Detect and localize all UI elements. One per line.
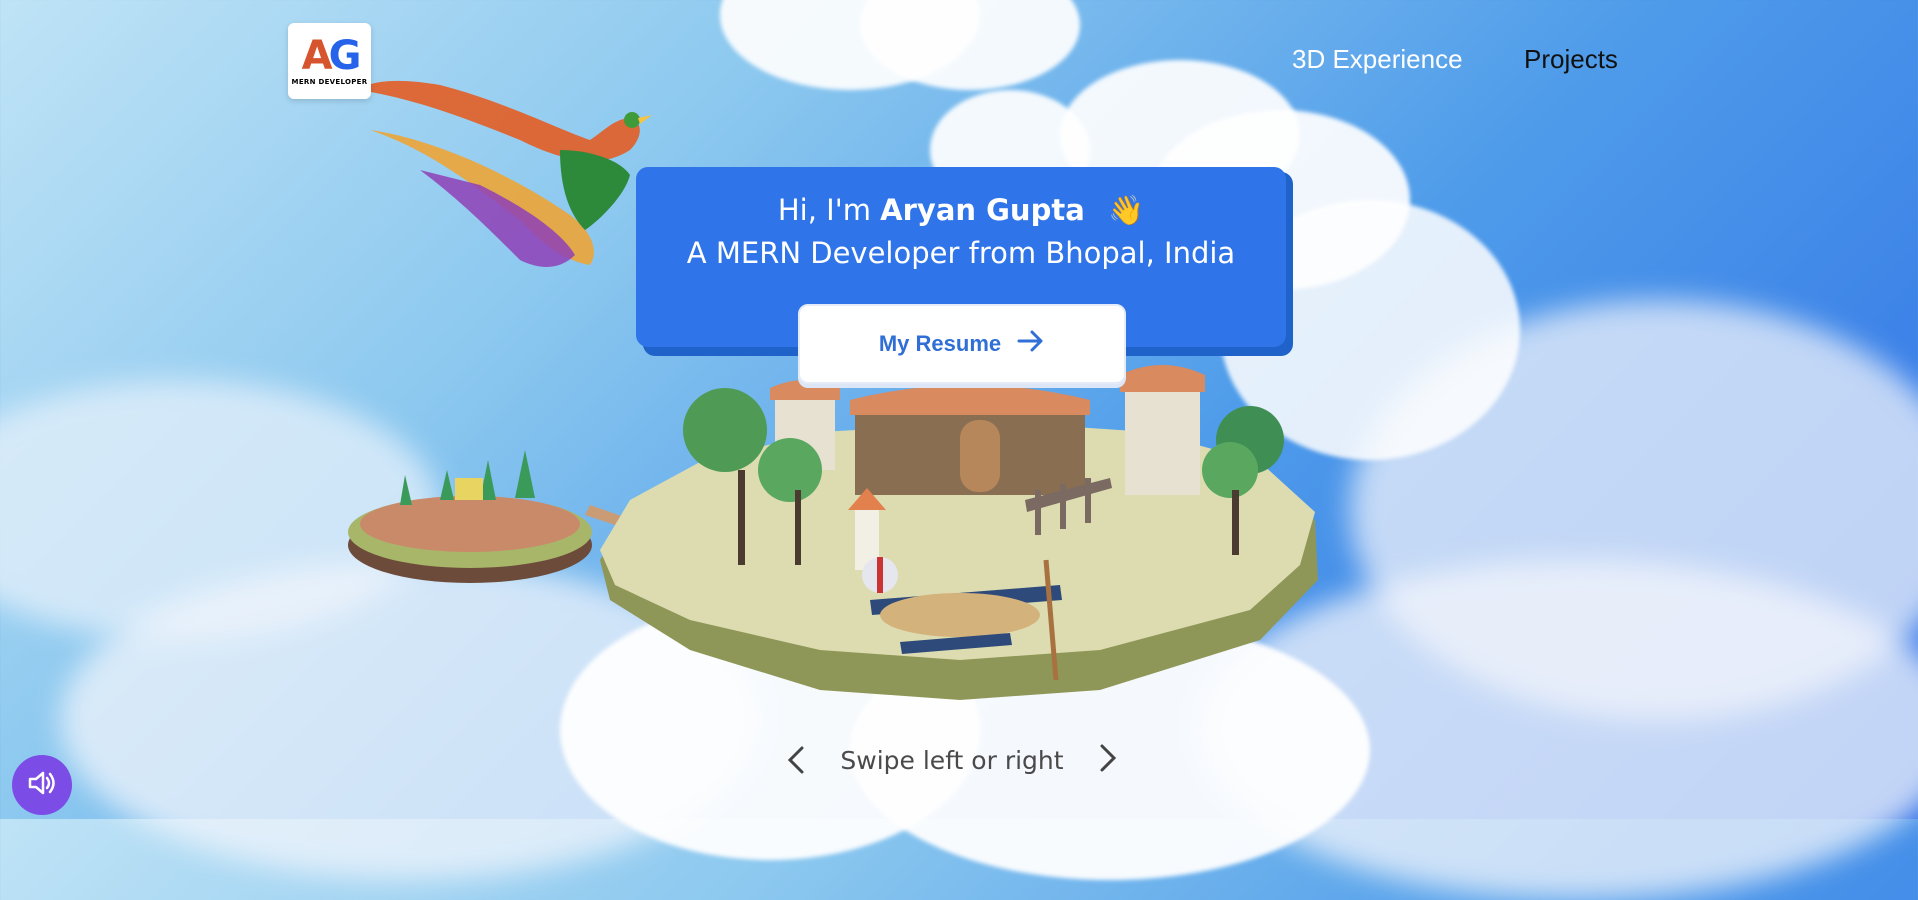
- swipe-text: Swipe left or right: [840, 745, 1064, 775]
- logo-mark: AG: [301, 33, 362, 79]
- resume-button[interactable]: My Resume: [798, 304, 1126, 384]
- site-logo[interactable]: AG MERN DEVELOPER: [288, 23, 371, 99]
- nav-3d-experience[interactable]: 3D Experience: [1292, 44, 1463, 75]
- chevron-left-icon[interactable]: [782, 740, 812, 780]
- tagline: A MERN Developer from Bhopal, India: [686, 236, 1236, 270]
- wave-emoji: 👋: [1108, 193, 1145, 227]
- arrow-right-icon: [1017, 329, 1045, 359]
- resume-button-label: My Resume: [878, 331, 1002, 356]
- 3d-scene-canvas[interactable]: [0, 0, 1918, 900]
- chevron-right-icon[interactable]: [1092, 740, 1122, 780]
- greeting-prefix: Hi, I'm: [777, 193, 881, 227]
- scene-art: [348, 80, 1318, 700]
- main-island: [600, 365, 1318, 700]
- swipe-hint: Swipe left or right: [782, 740, 1122, 780]
- phoenix-bird: [360, 80, 652, 267]
- nav-projects[interactable]: Projects: [1524, 44, 1618, 75]
- developer-name: Aryan Gupta: [880, 193, 1085, 227]
- logo-subtitle: MERN DEVELOPER: [291, 78, 368, 86]
- sound-toggle-button[interactable]: [12, 755, 72, 815]
- greeting: Hi, I'm Aryan Gupta 👋: [636, 193, 1286, 228]
- speaker-icon: [26, 768, 58, 802]
